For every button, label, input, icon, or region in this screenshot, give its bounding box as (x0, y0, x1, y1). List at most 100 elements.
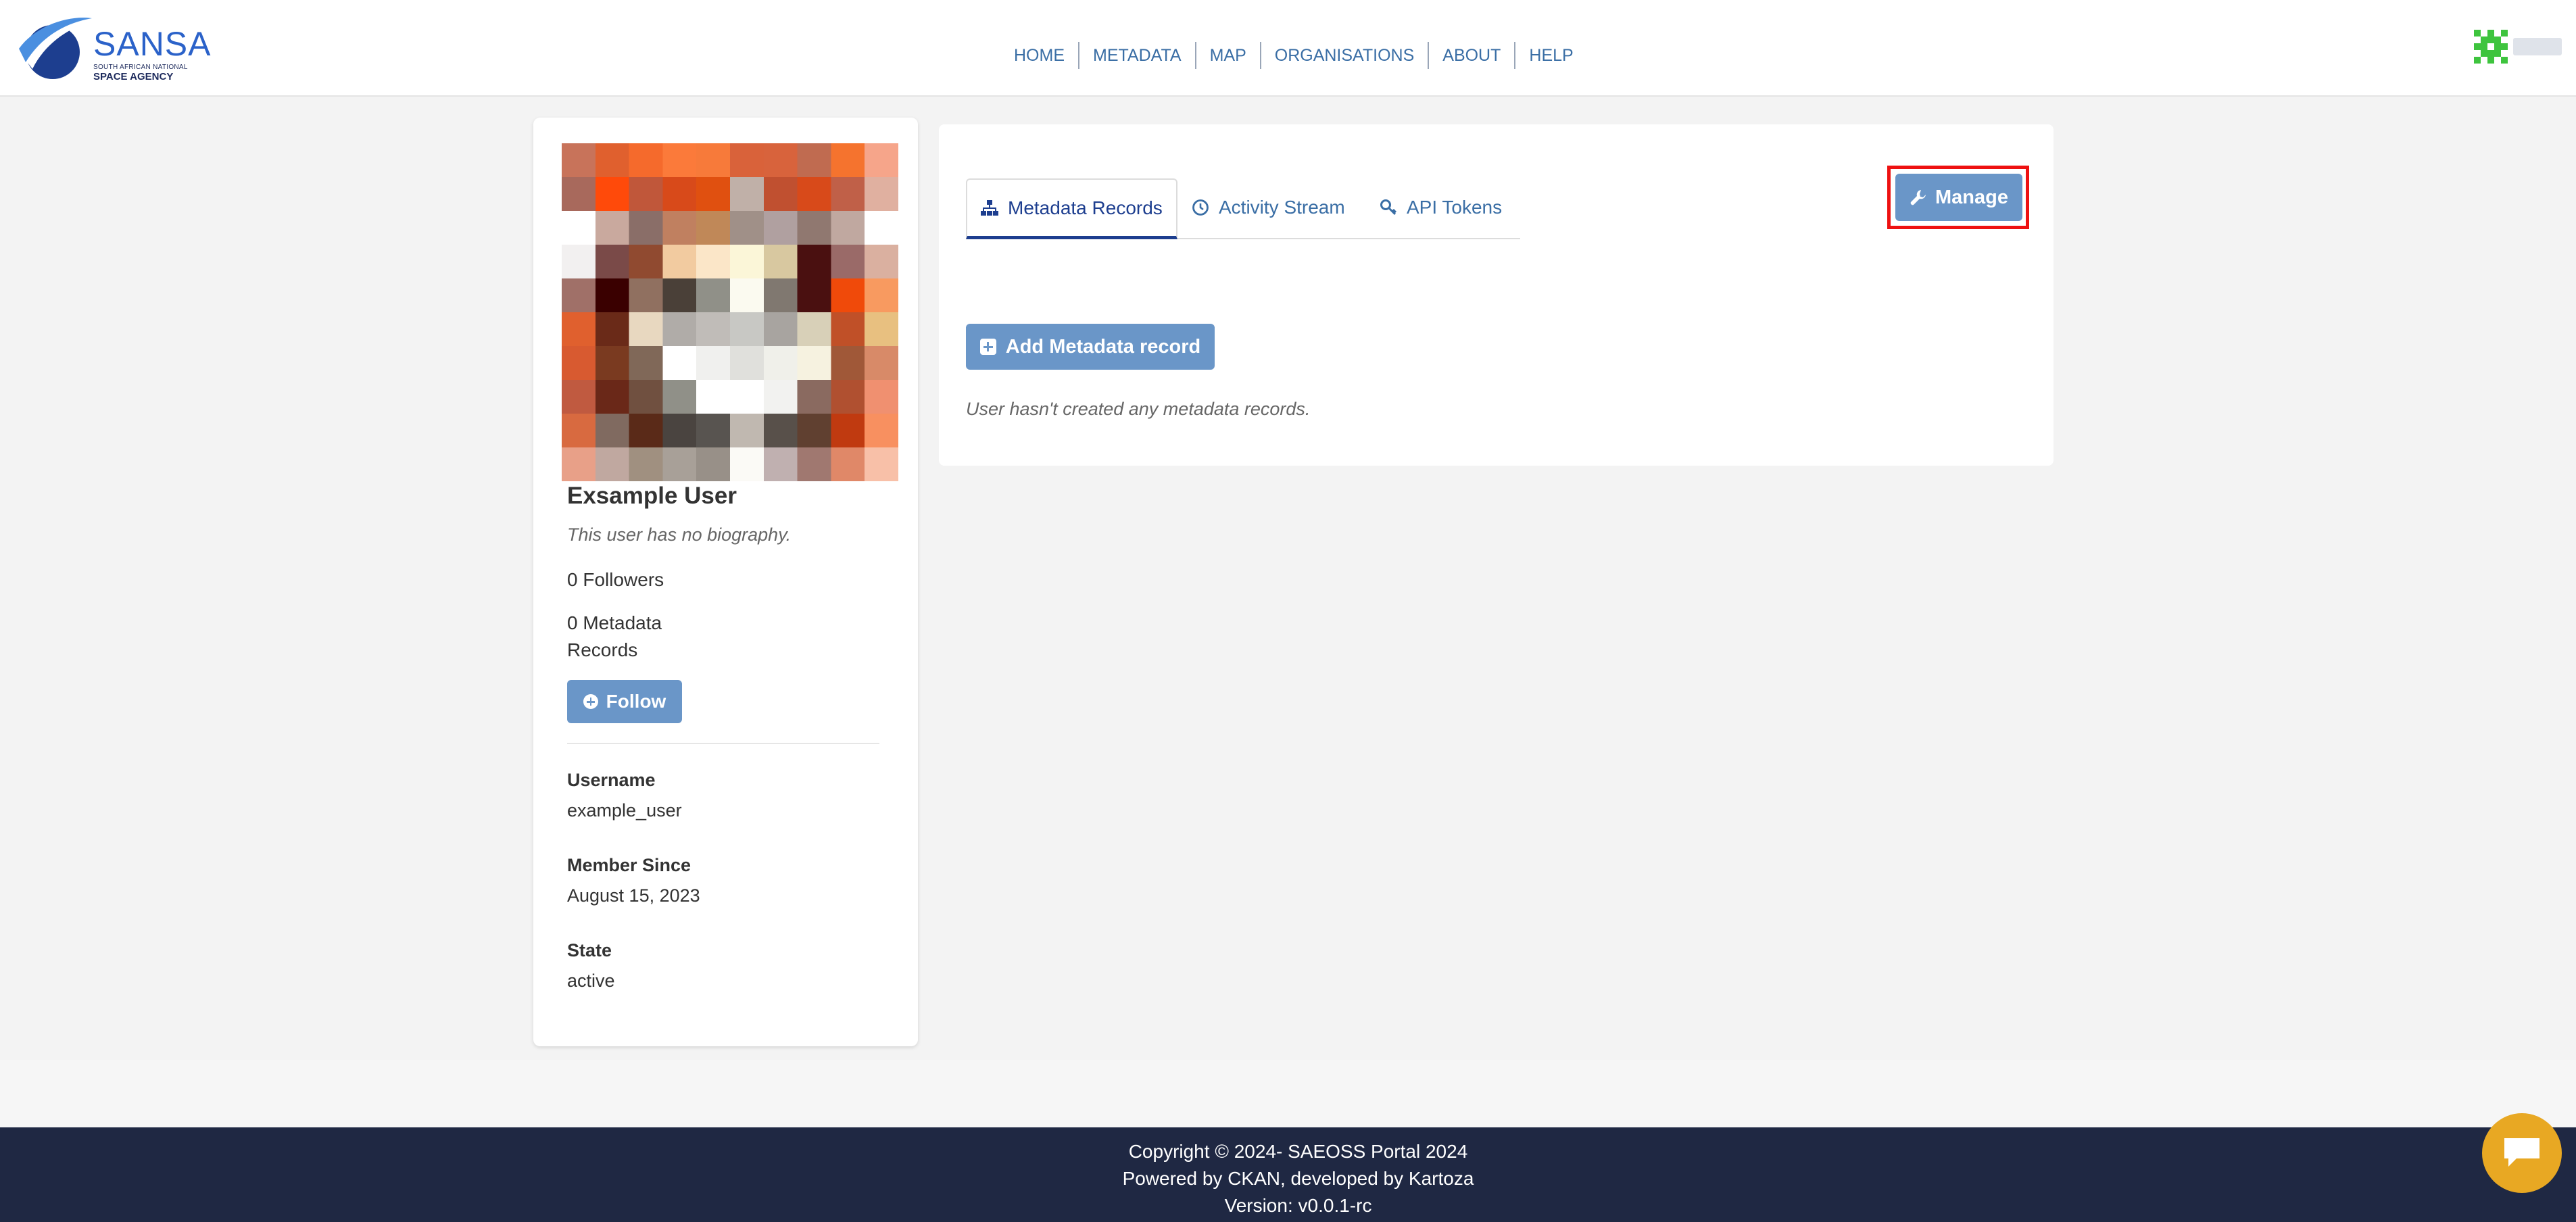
avatar-pixel (831, 278, 866, 313)
wrench-icon (1910, 190, 1926, 205)
avatar-pixel (730, 447, 764, 481)
avatar-pixel (662, 245, 698, 279)
followers-count: 0 Followers (567, 569, 664, 590)
add-metadata-record-label: Add Metadata record (1005, 335, 1201, 358)
avatar-pixel (696, 278, 731, 313)
avatar-pixel (763, 177, 798, 212)
avatar-pixel (865, 447, 898, 481)
avatar-pixel (831, 414, 866, 448)
profile-avatar-image (562, 143, 898, 481)
tab-api-tokens[interactable]: API Tokens (1366, 178, 1515, 237)
user-avatar-icon[interactable] (2474, 30, 2508, 64)
avatar-pixel (629, 143, 664, 178)
avatar-pixel (730, 245, 764, 279)
avatar-pixel (797, 211, 832, 245)
chat-bubble-icon (2504, 1138, 2539, 1167)
avatar-pixel (629, 447, 664, 481)
avatar-pixel (865, 414, 898, 448)
avatar-pixel (865, 380, 898, 414)
avatar-pixel (730, 380, 764, 414)
profile-tabs: Metadata Records Activity Stream API Tok… (966, 178, 1520, 239)
avatar-pixel (595, 380, 630, 414)
profile-bio: This user has no biography. (567, 524, 792, 545)
avatar-pixel (629, 177, 664, 212)
avatar-pixel (831, 312, 866, 347)
avatar-pixel (763, 447, 798, 481)
avatar-pixel (662, 211, 698, 245)
avatar-pixel (662, 312, 698, 347)
avatar-pixel (730, 312, 764, 347)
avatar-pixel (562, 312, 596, 347)
avatar-pixel (629, 278, 664, 313)
avatar-pixel (763, 346, 798, 381)
state-value: active (567, 971, 615, 991)
avatar-pixel (696, 447, 731, 481)
manage-button-label: Manage (1935, 186, 2008, 208)
tab-metadata-records[interactable]: Metadata Records (966, 178, 1177, 239)
user-menu-name-blurred[interactable] (2513, 38, 2562, 55)
avatar-pixel (696, 211, 731, 245)
nav-home[interactable]: HOME (1000, 45, 1078, 66)
avatar-pixel (797, 380, 832, 414)
nav-map[interactable]: MAP (1196, 45, 1260, 66)
avatar-pixel (763, 278, 798, 313)
tab-activity-stream[interactable]: Activity Stream (1178, 178, 1359, 237)
logo-title: SANSA (93, 25, 212, 63)
follow-button[interactable]: Follow (567, 680, 682, 723)
avatar-pixel (595, 245, 630, 279)
avatar-pixel (730, 177, 764, 212)
avatar-pixel (662, 447, 698, 481)
main-panel: Metadata Records Activity Stream API Tok… (939, 124, 2053, 466)
avatar-pixel (562, 143, 596, 178)
avatar-pixel (595, 414, 630, 448)
avatar-pixel (831, 177, 866, 212)
main-nav: HOME METADATA MAP ORGANISATIONS ABOUT HE… (1000, 42, 1587, 69)
avatar-pixel (696, 312, 731, 347)
avatar-pixel (562, 414, 596, 448)
avatar-pixel (797, 414, 832, 448)
avatar-pixel (797, 447, 832, 481)
avatar-pixel (696, 177, 731, 212)
avatar-pixel (562, 447, 596, 481)
avatar-pixel (629, 312, 664, 347)
avatar-pixel (562, 346, 596, 381)
nav-about[interactable]: ABOUT (1429, 45, 1514, 66)
username-label: Username (567, 770, 656, 790)
avatar-pixel (562, 245, 596, 279)
avatar-pixel (629, 245, 664, 279)
avatar-pixel (831, 245, 866, 279)
avatar-pixel (595, 143, 630, 178)
nav-help[interactable]: HELP (1515, 45, 1586, 66)
nav-metadata[interactable]: METADATA (1079, 45, 1195, 66)
avatar-pixel (865, 346, 898, 381)
avatar-pixel (696, 143, 731, 178)
site-footer: Copyright © 2024- SAEOSS Portal 2024 Pow… (0, 1127, 2576, 1222)
avatar-pixel (629, 414, 664, 448)
add-metadata-record-button[interactable]: Add Metadata record (966, 324, 1215, 370)
username-value: example_user (567, 800, 682, 821)
avatar-pixel (562, 278, 596, 313)
avatar-pixel (730, 414, 764, 448)
sansa-logo[interactable]: SANSA SOUTH AFRICAN NATIONAL SPACE AGENC… (19, 15, 211, 82)
plus-circle-icon (583, 694, 598, 709)
avatar-pixel (562, 211, 596, 245)
clock-icon (1192, 199, 1209, 216)
avatar-pixel (797, 346, 832, 381)
avatar-pixel (595, 278, 630, 313)
manage-button[interactable]: Manage (1895, 174, 2022, 221)
empty-records-message: User hasn't created any metadata records… (966, 399, 1311, 419)
avatar-pixel (763, 245, 798, 279)
avatar-pixel (831, 447, 866, 481)
avatar-pixel (831, 346, 866, 381)
logo-agency: SPACE AGENCY (93, 71, 174, 82)
avatar-pixel (629, 211, 664, 245)
avatar-pixel (696, 346, 731, 381)
avatar-pixel (595, 177, 630, 212)
chat-button[interactable] (2482, 1113, 2562, 1193)
avatar-pixel (662, 177, 698, 212)
profile-name: Exsample User (567, 483, 737, 509)
footer-copyright: Copyright © 2024- SAEOSS Portal 2024 (1128, 1141, 1468, 1162)
state-label: State (567, 940, 612, 960)
avatar-pixel (730, 211, 764, 245)
nav-organisations[interactable]: ORGANISATIONS (1261, 45, 1428, 66)
